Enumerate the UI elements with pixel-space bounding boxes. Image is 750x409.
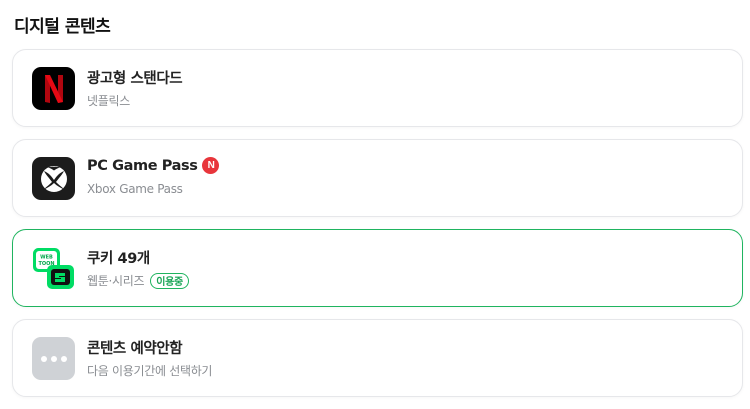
- content-option-title: 광고형 스탠다드: [87, 71, 183, 87]
- content-option-title: 쿠키 49개: [87, 251, 150, 267]
- webtoon-icon-text: WEB: [40, 255, 53, 261]
- new-badge: N: [202, 157, 220, 174]
- content-option-subtitle: Xbox Game Pass: [87, 182, 183, 196]
- content-option-no-reservation[interactable]: 콘텐츠 예약안함 다음 이용기간에 선택하기: [12, 319, 743, 397]
- content-option-subtitle: 웹툰·시리즈: [87, 274, 145, 288]
- content-option-subtitle: 넷플릭스: [87, 94, 130, 108]
- more-dots-icon: [32, 337, 75, 380]
- content-option-webtoon[interactable]: WEB TOON 쿠키 49개 웹툰·시리즈 이용중: [12, 229, 743, 307]
- content-option-subtitle: 다음 이용기간에 선택하기: [87, 364, 213, 378]
- netflix-logo-icon: [32, 67, 75, 110]
- content-option-title: 콘텐츠 예약안함: [87, 341, 183, 357]
- content-option-xbox[interactable]: PC Game Pass N Xbox Game Pass: [12, 139, 743, 217]
- section-title: 디지털 콘텐츠: [14, 17, 111, 37]
- content-option-netflix[interactable]: 광고형 스탠다드 넷플릭스: [12, 49, 743, 127]
- xbox-logo-icon: [32, 157, 75, 200]
- in-use-badge: 이용중: [150, 272, 189, 289]
- content-option-title: PC Game Pass: [87, 157, 198, 174]
- webtoon-series-logo-icon: WEB TOON: [32, 247, 75, 290]
